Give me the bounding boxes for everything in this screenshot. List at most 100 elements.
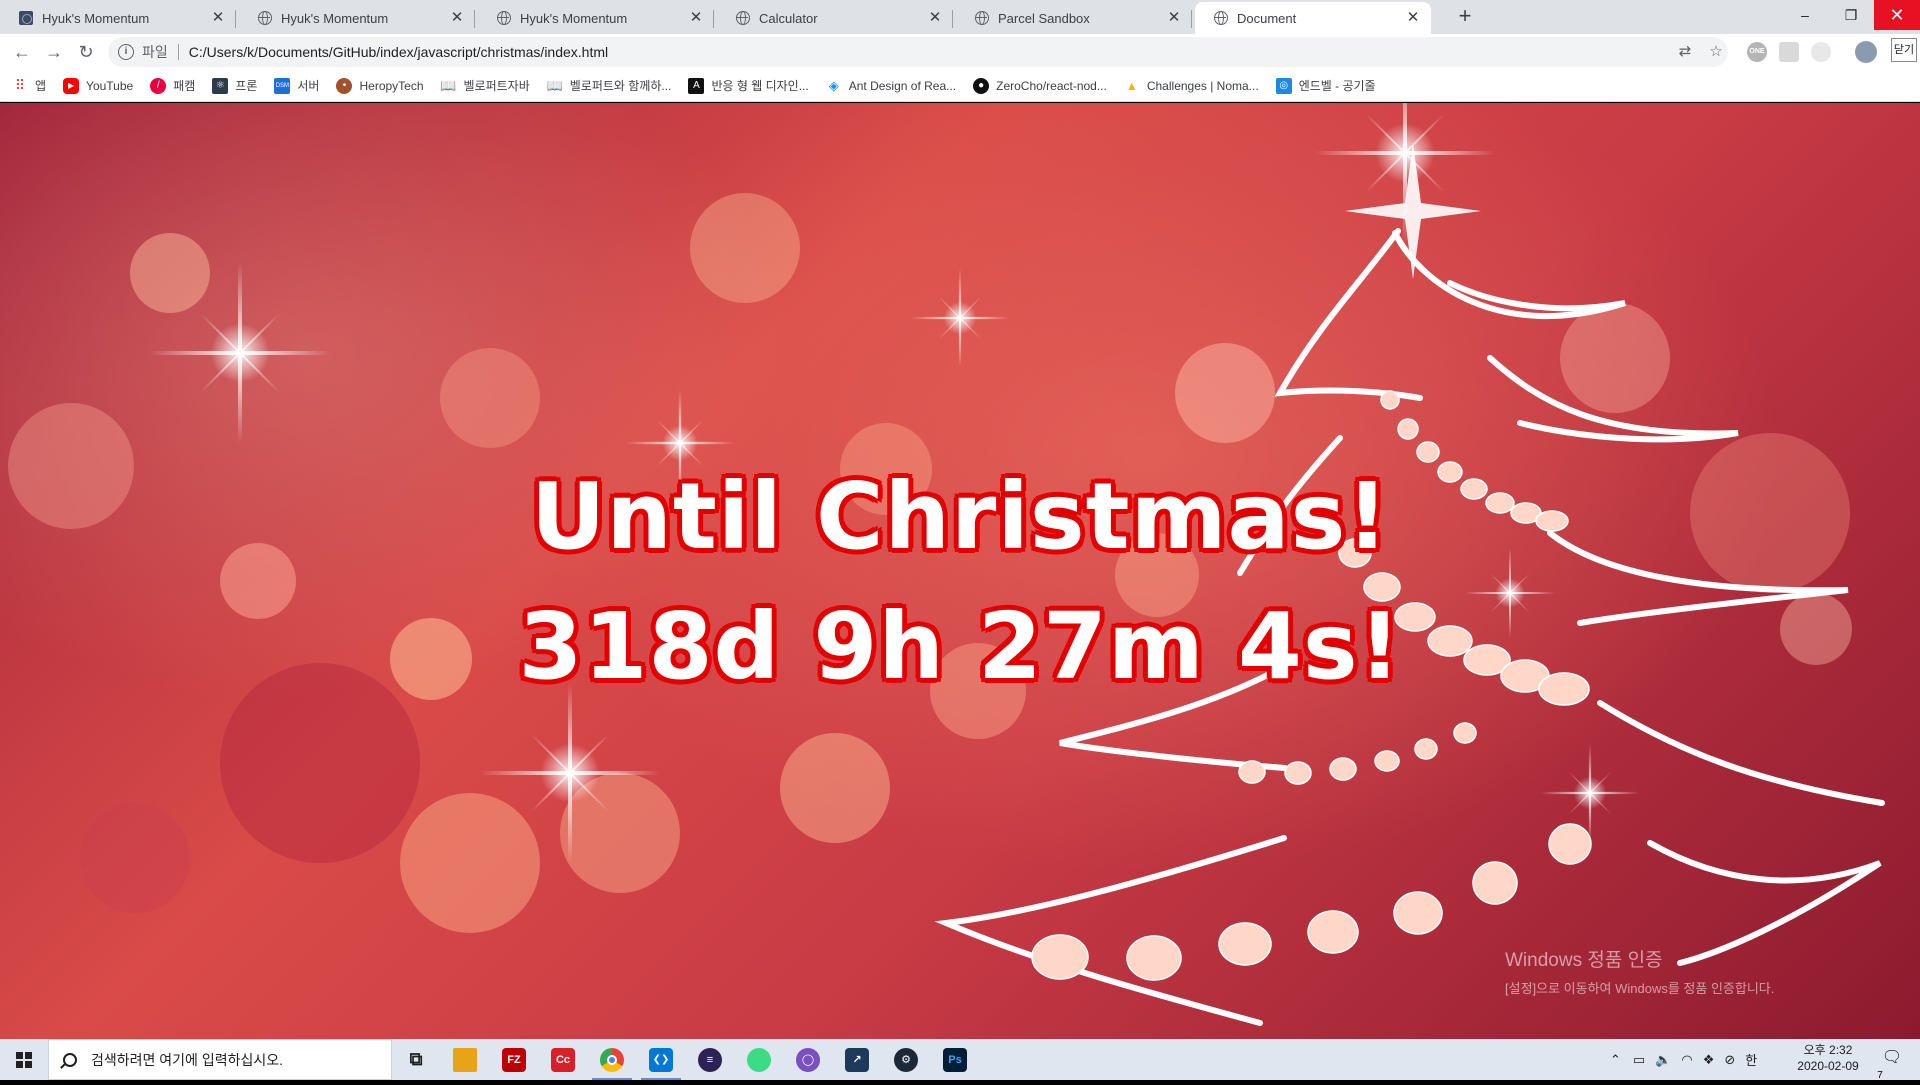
ornament — [1329, 757, 1357, 781]
android-studio-button[interactable] — [735, 1039, 783, 1080]
windows-activation-watermark: Windows 정품 인증 [설정]으로 이동하여 Windows를 정품 인증… — [1505, 945, 1774, 997]
bookmark-responsive-design[interactable]: A 반응 형 웹 디자인... — [688, 77, 809, 94]
ornament — [1031, 934, 1089, 980]
christmas-tree-illustration — [934, 143, 1885, 1026]
action-center-button[interactable]: 🗨 7 — [1877, 1047, 1904, 1081]
task-view-button[interactable]: ⧉ — [392, 1039, 440, 1080]
taskbar-search[interactable]: 검색하려면 여기에 입력하십시오. — [48, 1039, 392, 1080]
bookmark-star-icon[interactable]: ☆ — [1707, 43, 1725, 61]
bookmark-velopert-java[interactable]: 📖 벨로퍼트자바 — [440, 77, 529, 94]
search-icon — [63, 1052, 77, 1067]
close-tab-icon[interactable]: ✕ — [449, 10, 465, 26]
address-bar[interactable]: i 파일 C:/Users/k/Documents/GitHub/index/j… — [108, 37, 1728, 67]
tab-title: Parcel Sandbox — [998, 10, 1090, 26]
extension-round-icon[interactable] — [1811, 42, 1831, 62]
start-button[interactable] — [0, 1039, 48, 1080]
menu-button[interactable]: 닫기 — [1891, 38, 1917, 62]
url-text[interactable]: C:/Users/k/Documents/GitHub/index/javasc… — [189, 44, 608, 60]
clock-date: 2020-02-09 — [1797, 1059, 1859, 1073]
ornament — [1472, 861, 1518, 905]
system-tray: ⌃ ▭ 🔈 ◠ ❖ ⊘ 한 — [1610, 1039, 1767, 1080]
forward-button[interactable]: → — [42, 40, 66, 64]
activation-title: Windows 정품 인증 — [1505, 950, 1663, 971]
bookmark-ant-design[interactable]: ◈ Ant Design of Rea... — [826, 78, 956, 94]
eclipse-button[interactable]: ≡ — [686, 1039, 734, 1080]
fastcampus-icon: / — [150, 77, 167, 94]
tab-hyuks-momentum-3[interactable]: Hyuk's Momentum ✕ — [478, 2, 714, 34]
creative-cloud-button[interactable]: Cc — [539, 1039, 587, 1080]
translate-icon[interactable]: ⇄ — [1676, 43, 1694, 61]
netbeans-button[interactable]: ↗ — [833, 1039, 881, 1080]
ornament — [1414, 738, 1438, 760]
cursor-app-icon: ◯ — [796, 1047, 820, 1072]
minimize-button[interactable]: – — [1782, 0, 1828, 30]
photoshop-button[interactable]: Ps — [931, 1039, 979, 1080]
ornament — [1380, 390, 1400, 410]
new-tab-button[interactable]: + — [1453, 5, 1477, 29]
maximize-button[interactable]: ❐ — [1828, 0, 1874, 30]
photoshop-icon: Ps — [943, 1047, 967, 1072]
endbell-icon: ◎ — [1275, 77, 1292, 94]
ornament — [1126, 935, 1182, 981]
tab-hyuks-momentum-2[interactable]: Hyuk's Momentum ✕ — [239, 2, 475, 34]
bookmark-fastcampus[interactable]: / 패캠 — [150, 77, 195, 94]
reload-button[interactable]: ↻ — [74, 40, 98, 64]
globe-icon — [1213, 10, 1229, 26]
filezilla-button[interactable]: FZ — [490, 1039, 538, 1080]
tab-hyuks-momentum-1[interactable]: Hyuk's Momentum ✕ — [0, 2, 236, 34]
bookmark-heropytech[interactable]: • HeropyTech — [336, 77, 424, 94]
tab-calculator[interactable]: Calculator ✕ — [717, 2, 953, 34]
bookmark-server[interactable]: DSM 서버 — [274, 77, 319, 94]
ornament — [1453, 722, 1477, 744]
bookmark-velopert-together[interactable]: 📖 벨로퍼트와 함께하... — [547, 77, 672, 94]
bookmark-label: 앱 — [35, 79, 47, 93]
close-tab-icon[interactable]: ✕ — [210, 10, 226, 26]
extension-one-icon[interactable]: ONE — [1747, 42, 1767, 62]
globe-icon — [496, 10, 512, 26]
close-tab-icon[interactable]: ✕ — [1405, 10, 1421, 26]
bookmark-nomad-challenges[interactable]: ▲ Challenges | Noma... — [1124, 78, 1259, 94]
taskbar-clock[interactable]: 오후 2:32 2020-02-09 — [1788, 1042, 1868, 1074]
bookmark-label: 서버 — [297, 79, 320, 93]
ime-indicator[interactable]: 한 — [1745, 1050, 1757, 1069]
steam-button[interactable]: ⚙ — [882, 1039, 930, 1080]
file-explorer-button[interactable] — [441, 1039, 489, 1080]
apps-grid-icon: ⠿ — [14, 77, 26, 93]
ornament — [1218, 922, 1272, 966]
close-tab-icon[interactable]: ✕ — [927, 10, 943, 26]
tree-top-star — [1345, 143, 1481, 279]
tab-document[interactable]: Document ✕ — [1195, 2, 1431, 34]
volume-icon[interactable]: 🔈 — [1655, 1052, 1671, 1068]
bookmark-label: 반응 형 웹 디자인... — [711, 79, 809, 93]
task-view-icon: ⧉ — [409, 1049, 423, 1069]
globe-icon — [974, 10, 990, 26]
bookmark-label: 패캠 — [173, 79, 196, 93]
bookmark-youtube[interactable]: ▶ YouTube — [63, 77, 133, 94]
blocked-icon[interactable]: ⊘ — [1724, 1052, 1735, 1068]
tree-swoosh — [1487, 355, 1739, 443]
wifi-icon[interactable]: ◠ — [1681, 1052, 1692, 1068]
bookmark-zerocho[interactable]: ● ZeroCho/react-nod... — [973, 77, 1107, 94]
purple-app-button[interactable]: ◯ — [784, 1039, 832, 1080]
globe-icon — [257, 10, 273, 26]
close-tab-icon[interactable]: ✕ — [688, 10, 704, 26]
bookmark-endbell[interactable]: ◎ 엔드벨 - 공기줄 — [1275, 77, 1376, 94]
close-tab-icon[interactable]: ✕ — [1166, 10, 1182, 26]
heropy-icon: • — [336, 77, 353, 94]
profile-avatar[interactable] — [1855, 41, 1877, 63]
tab-parcel-sandbox[interactable]: Parcel Sandbox ✕ — [956, 2, 1192, 34]
extension-blank-icon[interactable] — [1779, 42, 1799, 62]
bookmark-frontend[interactable]: ⚛ 프론 — [212, 77, 257, 94]
dropbox-icon[interactable]: ❖ — [1703, 1052, 1715, 1068]
tree-swoosh — [1274, 228, 1423, 401]
eclipse-icon: ≡ — [698, 1047, 722, 1072]
vscode-button[interactable]: ❮❯ — [637, 1039, 685, 1080]
site-info-icon[interactable]: i — [118, 44, 134, 60]
creative-cloud-icon: Cc — [551, 1047, 575, 1072]
chrome-button[interactable] — [588, 1039, 636, 1080]
close-window-button[interactable]: ✕ — [1874, 0, 1920, 30]
back-button[interactable]: ← — [10, 40, 34, 64]
chevron-up-icon[interactable]: ⌃ — [1610, 1052, 1621, 1068]
bookmark-apps[interactable]: ⠿ 앱 — [12, 77, 46, 94]
battery-icon[interactable]: ▭ — [1633, 1052, 1645, 1068]
